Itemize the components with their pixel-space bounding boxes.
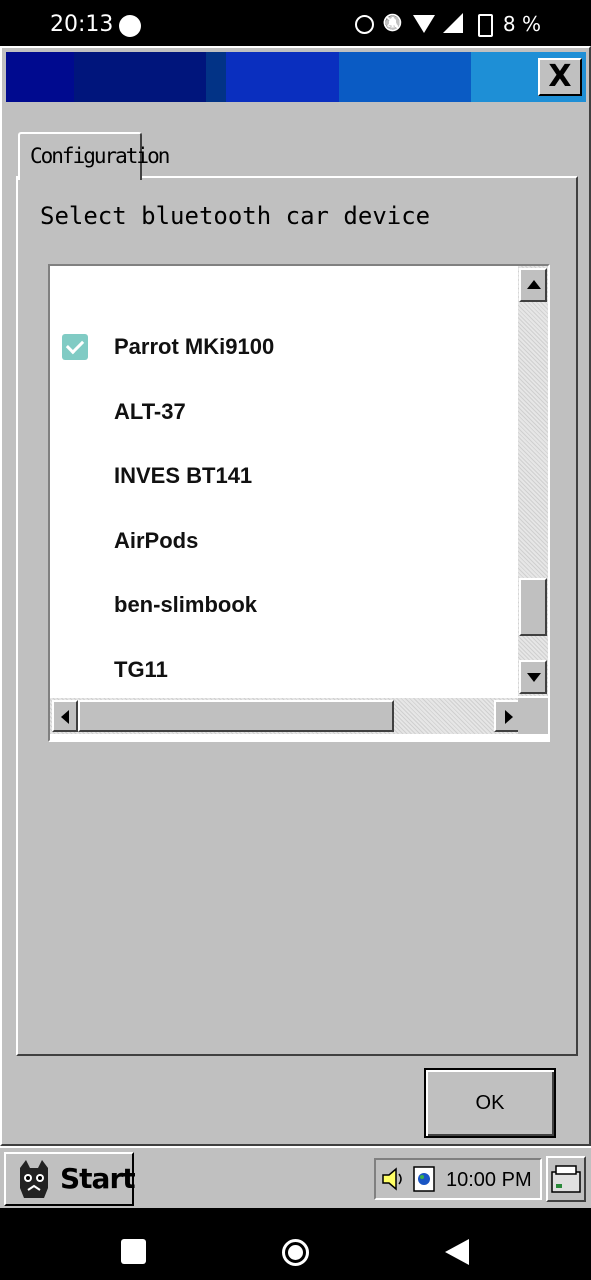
list-item[interactable]: INVES BT141: [50, 453, 518, 517]
tab-label: Configuration: [30, 144, 170, 168]
title-bar[interactable]: X: [6, 52, 586, 102]
close-icon: X: [548, 59, 572, 94]
checkbox[interactable]: [62, 528, 88, 554]
device-name: Parrot MKi9100: [114, 334, 275, 359]
scroll-right-button[interactable]: [494, 700, 520, 732]
list-item[interactable]: ben-slimbook: [50, 582, 518, 646]
arrow-down-icon: [527, 673, 541, 682]
ok-button[interactable]: OK: [424, 1068, 556, 1138]
home-icon[interactable]: [282, 1239, 309, 1266]
status-time: 20:13: [50, 12, 114, 37]
notification-dot-icon: [119, 15, 141, 37]
scroll-corner: [518, 698, 548, 734]
device-name: AirPods: [114, 528, 199, 553]
arrow-up-icon: [527, 280, 541, 289]
android-nav-bar: [0, 1208, 591, 1280]
vertical-scroll-thumb[interactable]: [519, 578, 547, 636]
arrow-right-icon: [505, 710, 513, 724]
vertical-scrollbar[interactable]: [518, 266, 548, 696]
tab-configuration[interactable]: Configuration: [18, 132, 170, 180]
horizontal-scroll-thumb[interactable]: [78, 700, 394, 732]
hard-drive-icon: [551, 1165, 581, 1193]
tray-clock: 10:00 PM: [446, 1169, 532, 1191]
list-item[interactable]: AirPods: [50, 518, 518, 582]
status-icons: 8 %: [353, 12, 541, 37]
close-button[interactable]: X: [538, 58, 582, 96]
config-window: X Configuration Select bluetooth car dev…: [0, 46, 591, 1146]
scroll-up-button[interactable]: [519, 268, 547, 302]
taskbar: Start 10:00 PM: [0, 1146, 591, 1208]
checkbox[interactable]: [62, 463, 88, 489]
checkbox[interactable]: [62, 399, 88, 425]
scroll-left-button[interactable]: [52, 700, 78, 732]
start-button[interactable]: Start: [4, 1152, 136, 1206]
signal-icon: [442, 13, 465, 35]
arrow-left-icon: [61, 710, 69, 724]
ok-label: OK: [475, 1091, 505, 1114]
start-label: Start: [60, 1162, 136, 1195]
device-name: INVES BT141: [114, 463, 253, 488]
tab-panel: Select bluetooth car device Parrot MKi91…: [16, 176, 578, 1056]
device-name: TG11: [114, 657, 168, 682]
monitor-icon[interactable]: [412, 1165, 436, 1193]
alarm-icon: [353, 13, 375, 35]
list-item[interactable]: ALT-37: [50, 389, 518, 453]
checkbox[interactable]: [62, 657, 88, 683]
list-item[interactable]: Parrot MKi9100: [50, 324, 518, 388]
drive-icon[interactable]: [546, 1156, 586, 1202]
system-tray: 10:00 PM: [374, 1158, 542, 1200]
cat-logo-icon: [20, 1160, 48, 1198]
recents-icon[interactable]: [121, 1239, 146, 1264]
device-list-items: Parrot MKi9100 ALT-37 INVES BT141 AirPod…: [50, 266, 518, 696]
list-item[interactable]: TG11: [50, 647, 518, 696]
checkbox[interactable]: [62, 592, 88, 618]
device-name: ben-slimbook: [114, 592, 258, 617]
battery-percent: 8 %: [502, 12, 541, 36]
android-status-bar: 20:13 8 %: [0, 0, 591, 46]
scroll-down-button[interactable]: [519, 660, 547, 694]
battery-icon: [473, 13, 495, 37]
wifi-icon: [412, 13, 435, 35]
back-icon[interactable]: [445, 1239, 469, 1265]
device-list[interactable]: Parrot MKi9100 ALT-37 INVES BT141 AirPod…: [48, 264, 550, 742]
bell-off-icon: [383, 13, 405, 35]
speaker-icon[interactable]: [380, 1166, 406, 1192]
device-name: ALT-37: [114, 399, 186, 424]
panel-heading: Select bluetooth car device: [40, 202, 431, 230]
horizontal-scrollbar[interactable]: [50, 698, 520, 734]
checkbox-checked[interactable]: [62, 334, 88, 360]
